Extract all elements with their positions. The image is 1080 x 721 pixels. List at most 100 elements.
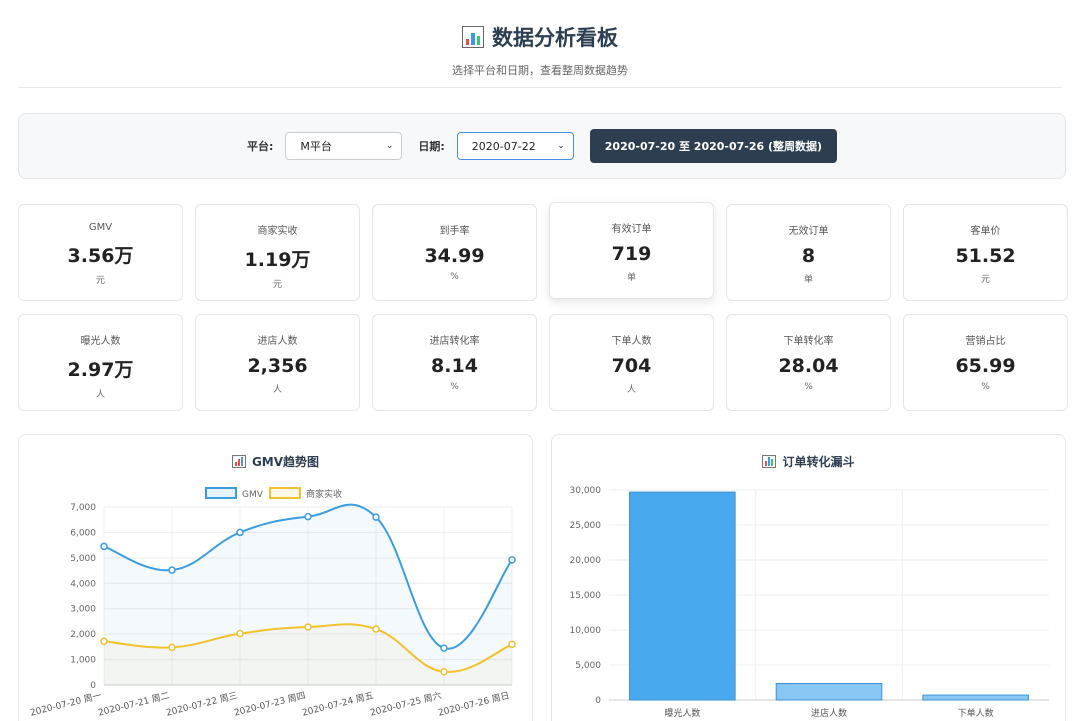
x-tick-label: 2020-07-24 周五	[301, 690, 375, 718]
data-point	[372, 625, 380, 633]
metric-card-gmv: GMV 3.56万 元	[18, 204, 183, 301]
page-subtitle: 选择平台和日期，查看整周数据趋势	[452, 64, 628, 77]
data-point	[440, 668, 448, 676]
y-tick-label: 1,000	[70, 656, 96, 666]
metric-value: 2,356	[247, 355, 308, 377]
metric-card-merchant-income: 商家实收 1.19万 元	[195, 204, 360, 301]
metric-label: 下单转化率	[783, 336, 834, 347]
data-point	[508, 556, 516, 564]
metric-value: 8	[801, 245, 816, 267]
legend-swatch	[205, 487, 237, 499]
metric-unit: 人	[95, 390, 105, 400]
y-tick-label: 25,000	[570, 521, 602, 531]
metric-card-store-visitors: 进店人数 2,356 人	[195, 314, 360, 411]
y-tick-label: 5,000	[575, 661, 601, 671]
y-tick-label: 5,000	[70, 554, 96, 564]
data-point	[372, 513, 380, 521]
metric-unit: %	[981, 382, 990, 392]
y-tick-label: 10,000	[570, 626, 602, 636]
metric-unit: 元	[95, 276, 105, 286]
platform-select[interactable]: M平台 ⌄	[285, 132, 403, 160]
metric-value: 3.56万	[67, 245, 134, 267]
data-point	[304, 623, 312, 631]
y-tick-label: 7,000	[70, 503, 96, 513]
metric-card-marketing-ratio: 营销占比 65.99 %	[903, 314, 1068, 411]
gmv-trend-panel: GMV趋势图 0 1,000 2,000 3,000 4,000 5,000 6,000 7,…	[18, 434, 533, 721]
legend-label: GMV	[242, 490, 264, 500]
metric-unit: %	[804, 382, 813, 392]
metric-label: 营销占比	[965, 336, 1006, 347]
page-header: 数据分析看板 选择平台和日期，查看整周数据趋势	[18, 0, 1062, 88]
metric-label: 无效订单	[788, 226, 829, 237]
filter-bar: 平台: M平台 ⌄ 日期: 2020-07-22 ⌄ 2020-07-20 至 …	[18, 113, 1066, 179]
funnel-bar-chart: 0 5,000 10,000 15,000 20,000 25,000 30,000 曝光人数…	[570, 486, 1049, 719]
y-tick-label: 0	[595, 696, 601, 706]
y-tick-label: 6,000	[70, 528, 96, 538]
metric-label: 到手率	[439, 226, 470, 237]
metric-label: 有效订单	[611, 224, 652, 235]
x-tick-label: 2020-07-21 周二	[97, 690, 171, 718]
platform-select-value: M平台	[300, 140, 332, 153]
x-tick-label: 下单人数	[958, 707, 994, 719]
page-title-text: 数据分析看板	[492, 26, 618, 50]
y-tick-label: 0	[90, 681, 96, 691]
data-point	[236, 629, 244, 638]
x-tick-label: 曝光人数	[664, 707, 700, 719]
metric-label: 商家实收	[257, 226, 298, 237]
metric-value: 704	[611, 355, 652, 377]
funnel-bar	[775, 683, 883, 701]
y-tick-label: 3,000	[70, 605, 96, 615]
funnel-bar	[629, 491, 736, 701]
y-tick-label: 20,000	[570, 556, 602, 566]
metric-card-buyers: 下单人数 704 人	[549, 314, 714, 411]
metric-label: 进店人数	[257, 336, 298, 347]
y-tick-label: 4,000	[70, 579, 96, 589]
x-tick-label: 2020-07-20 周一	[29, 690, 103, 718]
date-select-value: 2020-07-22	[471, 139, 536, 153]
y-tick-label: 30,000	[570, 486, 602, 496]
metric-unit: 单	[803, 275, 813, 285]
data-point	[508, 640, 516, 649]
data-point	[440, 644, 448, 652]
metric-card-valid-orders[interactable]: 有效订单 719 单	[549, 202, 714, 299]
metric-label: 曝光人数	[80, 336, 121, 347]
gmv-line-chart: 0 1,000 2,000 3,000 4,000 5,000 6,000 7,000 2020…	[29, 487, 516, 719]
x-tick-label: 2020-07-23 周四	[233, 690, 307, 718]
metric-card-exposure: 曝光人数 2.97万 人	[18, 314, 183, 411]
date-select[interactable]: 2020-07-22 ⌄	[456, 132, 574, 160]
metric-label: 进店转化率	[429, 336, 480, 347]
page-title: 数据分析看板	[462, 22, 618, 52]
data-point	[168, 643, 176, 652]
metric-value: 8.14	[431, 355, 478, 377]
metric-unit: 元	[980, 275, 990, 285]
metric-card-receive-rate: 到手率 34.99 %	[372, 204, 537, 301]
metric-value: 28.04	[778, 355, 839, 377]
data-point	[100, 637, 108, 646]
metric-value: 65.99	[955, 355, 1016, 377]
x-tick-label: 2020-07-26 周日	[437, 690, 511, 718]
metric-value: 1.19万	[244, 249, 311, 271]
metric-value: 2.97万	[67, 359, 134, 381]
data-point	[236, 528, 244, 537]
date-label: 日期:	[418, 140, 445, 153]
funnel-panel: 订单转化漏斗 0 5,000 10,000 15,000 20,000 25,000 30,…	[551, 434, 1066, 721]
data-point	[168, 566, 176, 574]
metric-label: 客单价	[970, 226, 1001, 237]
legend-label: 商家实收	[306, 488, 342, 500]
chevron-down-icon: ⌄	[557, 141, 565, 151]
metric-value: 51.52	[955, 245, 1016, 267]
x-tick-label: 进店人数	[811, 707, 847, 719]
metric-unit: 人	[626, 385, 636, 395]
y-tick-label: 15,000	[570, 591, 602, 601]
metric-unit: 单	[626, 273, 636, 283]
metric-card-order-conversion: 下单转化率 28.04 %	[726, 314, 891, 411]
metric-card-invalid-orders: 无效订单 8 单	[726, 204, 891, 301]
week-range-button[interactable]: 2020-07-20 至 2020-07-26 (整周数据)	[589, 129, 838, 163]
data-point	[304, 512, 312, 521]
platform-label: 平台:	[246, 140, 274, 153]
x-tick-label: 2020-07-22 周三	[165, 690, 239, 718]
metric-unit: 元	[272, 280, 282, 290]
legend-swatch	[269, 487, 301, 499]
y-tick-label: 2,000	[70, 630, 96, 640]
metric-unit: %	[450, 382, 459, 392]
